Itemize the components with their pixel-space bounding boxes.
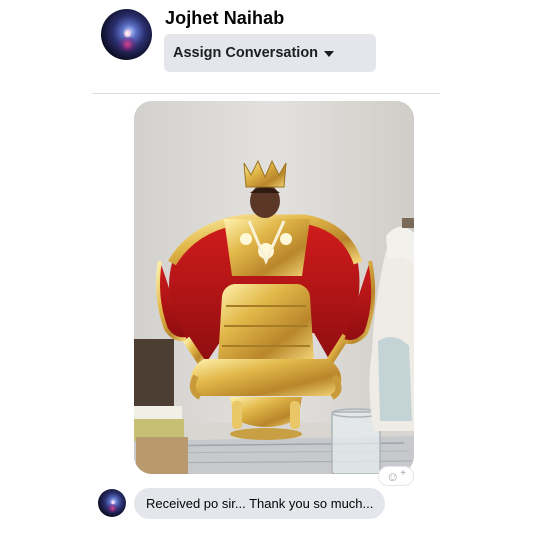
message-bubble[interactable]: Received po sir... Thank you so much...: [134, 488, 386, 519]
assign-conversation-label: Assign Conversation: [173, 45, 319, 61]
avatar-glow: [116, 37, 140, 53]
avatar-spark: [110, 499, 115, 506]
assign-conversation-button[interactable]: Assign Conversation: [164, 34, 376, 72]
plus-icon: +: [400, 467, 407, 479]
add-reaction-button[interactable]: ☺ +: [378, 466, 414, 486]
contact-name[interactable]: Jojhet Naihab: [165, 8, 284, 29]
sender-avatar[interactable]: [98, 489, 126, 517]
contact-avatar[interactable]: [101, 9, 152, 60]
avatar-spark: [123, 28, 132, 39]
statue-photo-image: [134, 101, 414, 474]
caret-down-icon: [324, 51, 335, 57]
header-divider: [92, 93, 440, 94]
smiley-add-icon: ☺: [385, 468, 400, 484]
photo-attachment[interactable]: [134, 101, 414, 474]
message-text: Received po sir... Thank you so much...: [146, 496, 374, 511]
avatar-glow: [106, 504, 119, 513]
